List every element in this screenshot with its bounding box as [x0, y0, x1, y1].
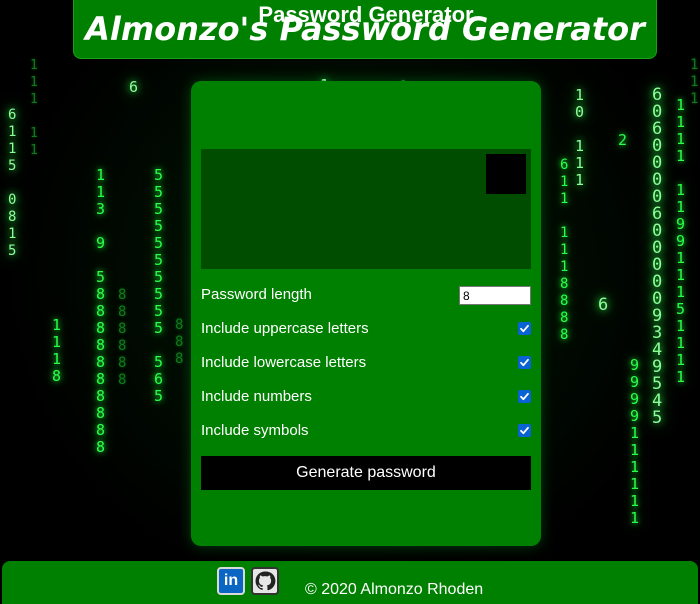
option-password-length: Password length — [201, 283, 531, 307]
matrix-digits: 1 1 1 1 1 1 9 9 1 1 1 5 1 1 1 1 — [676, 96, 686, 386]
matrix-digits: 6 1 1 5 0 8 1 5 — [8, 107, 17, 259]
footer: in © 2020 Almonzo Rhoden — [2, 561, 698, 604]
card-title: Password Generator — [258, 2, 474, 27]
matrix-digits: 1 1 1 — [690, 57, 699, 107]
matrix-digits: 8 8 8 8 8 8 — [118, 287, 127, 388]
lowercase-checkbox[interactable] — [518, 356, 531, 369]
uppercase-label: Include uppercase letters — [201, 320, 369, 337]
matrix-digits: 1 1 1 8 — [52, 316, 62, 385]
option-lowercase: Include lowercase letters — [201, 351, 531, 375]
matrix-digits: 2 — [618, 131, 628, 149]
linkedin-icon[interactable]: in — [217, 567, 245, 595]
option-uppercase: Include uppercase letters — [201, 317, 531, 341]
password-output[interactable] — [201, 149, 531, 269]
matrix-digits: 1 1 1 1 1 — [30, 58, 38, 158]
password-length-label: Password length — [201, 286, 312, 303]
matrix-digits: 6 — [129, 78, 139, 96]
matrix-digits: 8 8 8 — [175, 317, 184, 367]
symbols-checkbox[interactable] — [518, 424, 531, 437]
lowercase-label: Include lowercase letters — [201, 354, 367, 371]
symbols-label: Include symbols — [201, 422, 309, 439]
option-numbers: Include numbers — [201, 385, 531, 409]
copy-button[interactable] — [486, 154, 526, 194]
checkmark-icon — [520, 324, 529, 333]
option-symbols: Include symbols — [201, 419, 531, 443]
matrix-digits: 1 1 3 9 5 8 8 8 8 8 8 8 8 8 8 — [96, 166, 106, 456]
linkedin-glyph: in — [223, 572, 239, 589]
matrix-digits: 9 9 9 9 1 1 1 1 1 1 — [630, 356, 640, 527]
generate-password-button[interactable]: Generate password — [201, 456, 531, 490]
password-generator-card: Password Generator Password length Inclu… — [191, 2, 541, 546]
uppercase-checkbox[interactable] — [518, 322, 531, 335]
github-icon[interactable] — [251, 567, 279, 595]
copyright-text: © 2020 Almonzo Rhoden — [305, 581, 484, 598]
matrix-digits: 5 5 5 5 5 5 5 5 5 5 5 6 5 — [154, 166, 164, 405]
checkmark-icon — [520, 426, 529, 435]
github-octocat-icon — [255, 571, 276, 591]
checkmark-icon — [520, 358, 529, 367]
matrix-digits: 6 — [598, 295, 609, 315]
password-length-input[interactable] — [459, 286, 531, 305]
numbers-label: Include numbers — [201, 388, 312, 405]
matrix-digits: 6 1 1 1 1 1 8 8 8 8 — [560, 157, 569, 343]
matrix-digits: 1 0 1 1 1 — [575, 86, 585, 189]
checkmark-icon — [520, 392, 529, 401]
matrix-digits: 6 0 6 0 0 0 0 6 0 0 0 0 0 9 3 4 9 5 4 5 — [652, 85, 663, 428]
numbers-checkbox[interactable] — [518, 390, 531, 403]
